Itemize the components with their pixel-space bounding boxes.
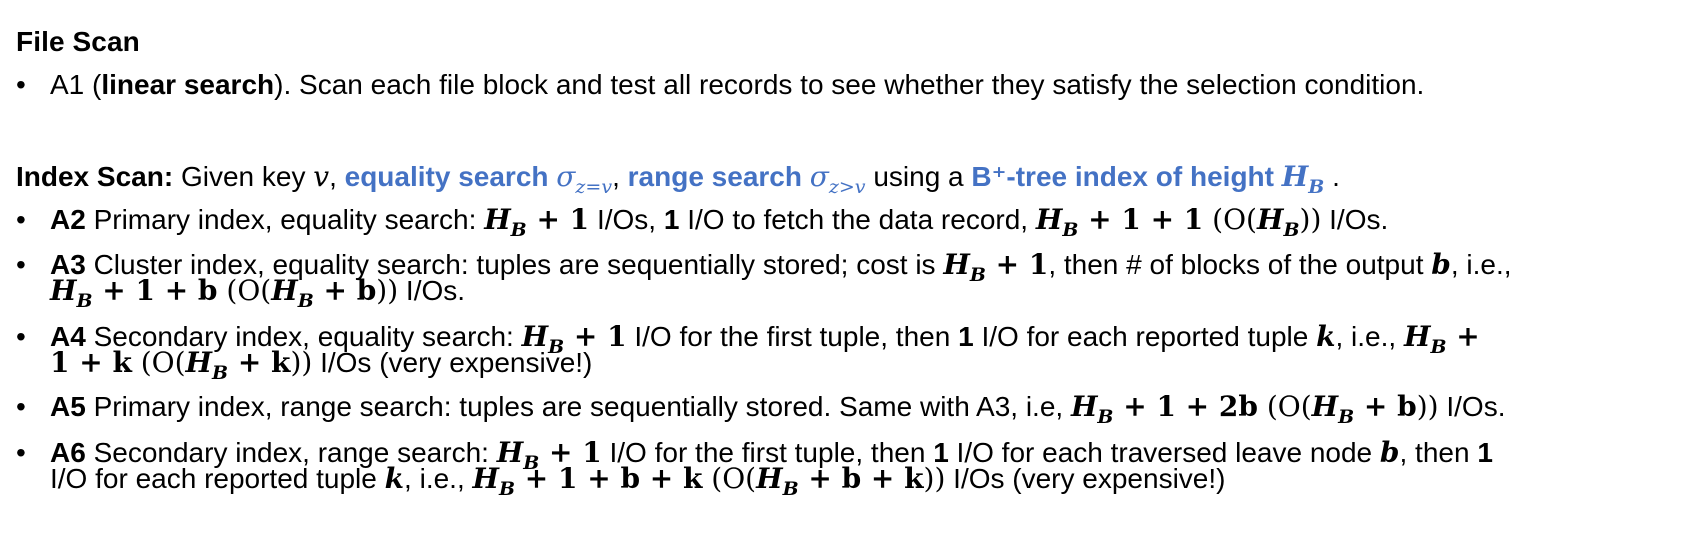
file-scan-heading: File Scan xyxy=(16,26,140,57)
btree-term: B⁺-tree index of height xyxy=(971,161,1282,192)
bullet: • xyxy=(16,69,26,100)
index-scan-label: Index Scan: xyxy=(16,161,174,192)
range-search-term: range search xyxy=(627,161,810,192)
equality-search-term: equality search xyxy=(344,161,557,192)
index-scan-line: Index Scan: Given key v, equality search… xyxy=(16,160,1340,198)
slide: File Scan • A1 (linear search). Scan eac… xyxy=(16,26,1512,500)
linear-search-term: linear search xyxy=(101,69,275,100)
a1-line: A1 (linear search). Scan each file block… xyxy=(50,69,1425,100)
